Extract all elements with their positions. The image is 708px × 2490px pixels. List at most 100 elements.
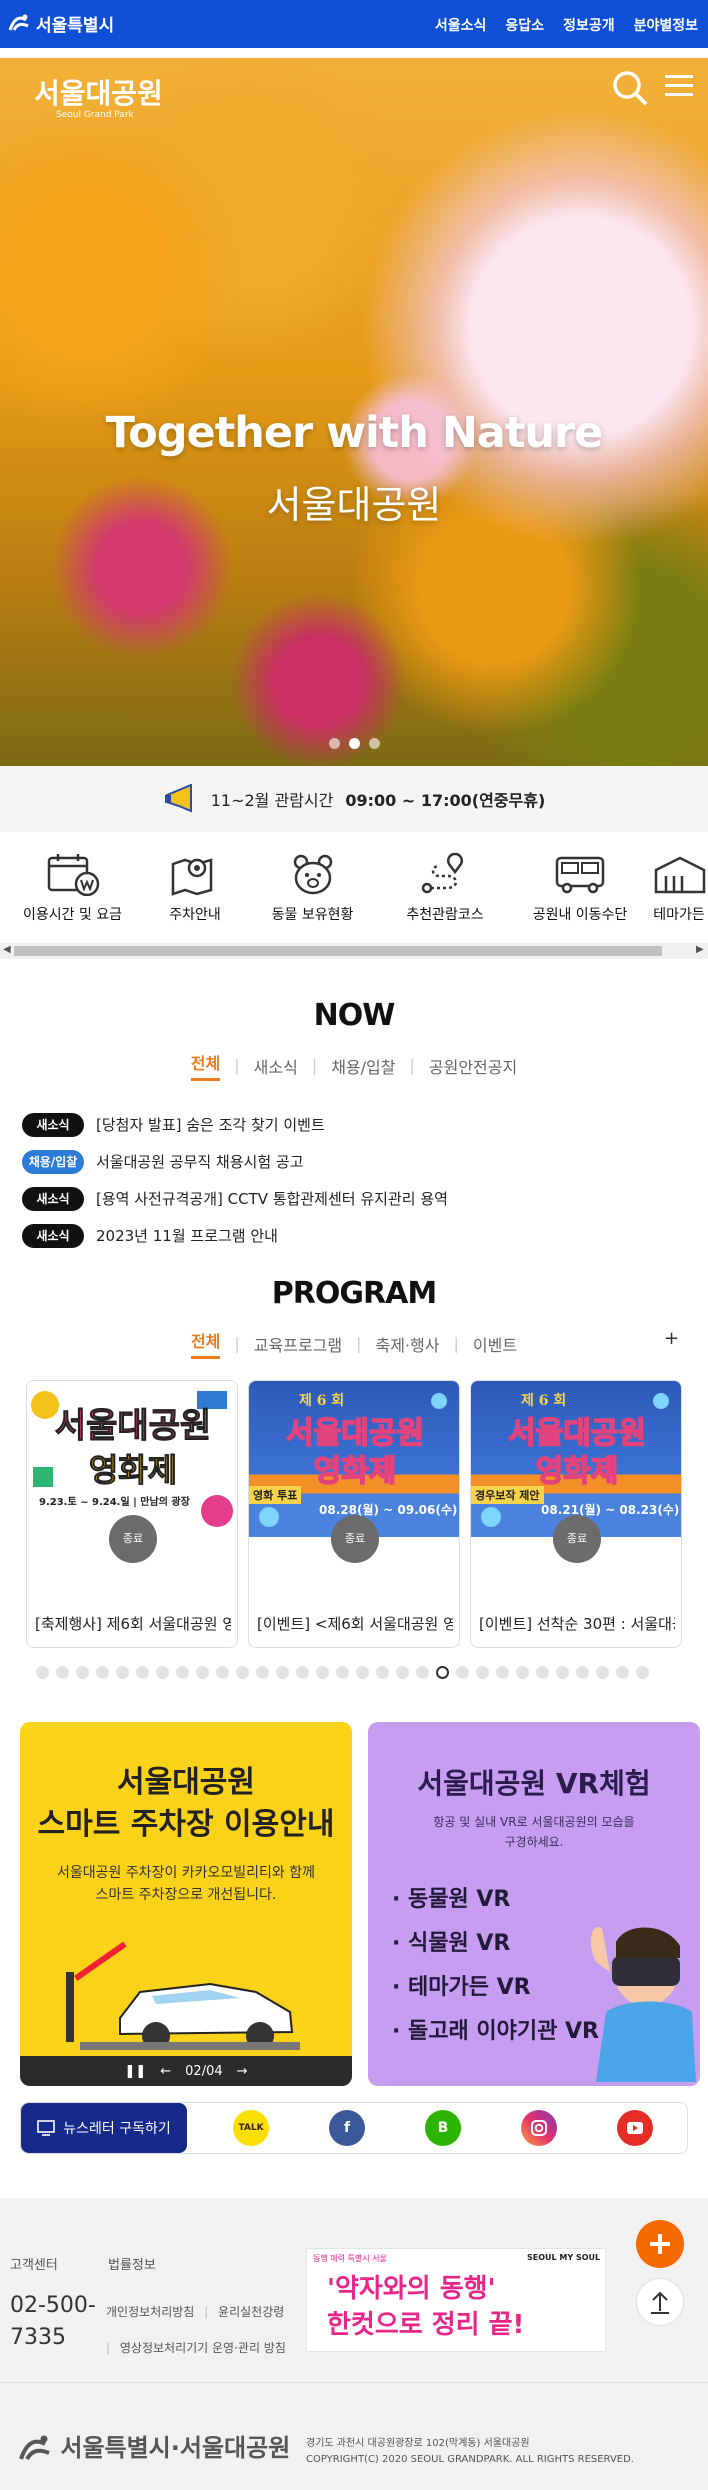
program-dot[interactable] (416, 1666, 429, 1679)
seoul-brand-link[interactable]: 서울특별시 (8, 11, 114, 36)
facebook-icon[interactable]: f (329, 2110, 365, 2146)
news-title[interactable]: 2023년 11월 프로그램 안내 (96, 1225, 278, 1246)
program-card[interactable]: 제 6 회 서울대공원 영화제 경우보작 제안 08.21(월) ~ 08.23… (470, 1380, 682, 1648)
program-card-title[interactable]: [축제행사] 제6회 서울대공원 영화제 (35, 1613, 231, 1634)
quick-item-hours-fee[interactable]: 이용시간 및 요금 (0, 852, 145, 942)
program-dot[interactable] (376, 1666, 389, 1679)
program-tab-event[interactable]: 이벤트 (473, 1332, 517, 1356)
phone-number[interactable]: 02-500- 7335 (10, 2290, 96, 2354)
program-dot[interactable] (276, 1666, 289, 1679)
now-tab-recruit[interactable]: 채용/입찰 (331, 1054, 395, 1078)
newsletter-button[interactable]: 뉴스레터 구독하기 (21, 2103, 187, 2153)
program-dot[interactable] (536, 1666, 549, 1679)
park-logo[interactable]: 서울대공원 Seoul Grand Park (34, 72, 163, 120)
news-title[interactable]: [용역 사전규격공개] CCTV 통합관제센터 유지관리 용역 (96, 1188, 448, 1209)
program-card[interactable]: 제 6 회 서울대공원 영화제 영화 투표 08.28(월) ~ 09.06(수… (248, 1380, 460, 1648)
program-carousel[interactable]: 서울대공원 영화제 9.23.토 ~ 9.24.일 | 만남의 광장 종료 [축… (26, 1380, 682, 1650)
program-dot[interactable] (136, 1666, 149, 1679)
program-dot[interactable] (316, 1666, 329, 1679)
top-nav-field-info[interactable]: 분야별정보 (634, 15, 698, 35)
quick-item-parking[interactable]: 주차안내 (145, 852, 245, 942)
parking-banner[interactable]: 서울대공원 스마트 주차장 이용안내 서울대공원 주차장이 카카오모빌리티와 함께… (20, 1722, 352, 2086)
hero-dot-active[interactable] (348, 738, 360, 749)
youtube-icon[interactable] (617, 2110, 653, 2146)
footer-ad-banner[interactable]: 동행 매력 특별시 서울 SEOUL MY SOUL '약자와의 동행' 한컷으로… (306, 2248, 606, 2352)
program-card[interactable]: 서울대공원 영화제 9.23.토 ~ 9.24.일 | 만남의 광장 종료 [축… (26, 1380, 238, 1648)
top-nav-response[interactable]: 응답소 (505, 15, 544, 35)
vr-item-dolphin[interactable]: · 돌고래 이야기관 VR (392, 2010, 599, 2054)
list-item[interactable]: 새소식 2023년 11월 프로그램 안내 (22, 1217, 682, 1254)
program-dot[interactable] (116, 1666, 129, 1679)
ethics-link[interactable]: 윤리실천강령 (218, 2305, 284, 2319)
top-nav-news[interactable]: 서울소식 (435, 15, 487, 35)
program-dot-active[interactable] (436, 1666, 449, 1679)
vr-banner[interactable]: 서울대공원 VR체험 항공 및 실내 VR로 서울대공원의 모습을 구경하세요. … (368, 1722, 700, 2086)
program-tab-festival[interactable]: 축제·행사 (376, 1332, 440, 1356)
quick-item-theme-garden[interactable]: 테마가든 (650, 852, 708, 942)
prev-icon[interactable]: ← (160, 2064, 171, 2079)
kakaotalk-icon[interactable]: TALK (233, 2110, 269, 2146)
instagram-icon[interactable] (521, 2110, 557, 2146)
quick-menu-scrollbar[interactable]: ◀ ▶ (0, 943, 708, 959)
now-tab-news[interactable]: 새소식 (254, 1054, 298, 1078)
program-dot[interactable] (556, 1666, 569, 1679)
program-dot[interactable] (156, 1666, 169, 1679)
hero-slider[interactable]: 서울대공원 Seoul Grand Park Together with Nat… (0, 58, 708, 766)
program-dot[interactable] (616, 1666, 629, 1679)
scroll-top-button[interactable] (636, 2278, 684, 2326)
program-tab-all[interactable]: 전체 (190, 1328, 221, 1359)
program-more-button[interactable]: + (664, 1328, 679, 1349)
program-dot[interactable] (496, 1666, 509, 1679)
vr-item-botanical[interactable]: · 식물원 VR (392, 1922, 599, 1966)
news-title[interactable]: 서울대공원 공무직 채용시험 공고 (96, 1151, 304, 1172)
vr-item-zoo[interactable]: · 동물원 VR (392, 1878, 599, 1922)
list-item[interactable]: 새소식 [당첨자 발표] 숨은 조각 찾기 이벤트 (22, 1106, 682, 1143)
list-item[interactable]: 채용/입찰 서울대공원 공무직 채용시험 공고 (22, 1143, 682, 1180)
top-nav-info[interactable]: 정보공개 (563, 15, 615, 35)
tab-separator: | (234, 1334, 240, 1353)
program-dot[interactable] (96, 1666, 109, 1679)
search-icon[interactable] (610, 68, 650, 108)
program-dot[interactable] (636, 1666, 649, 1679)
pause-icon[interactable]: ❚❚ (124, 2064, 146, 2079)
program-dot[interactable] (516, 1666, 529, 1679)
next-icon[interactable]: → (237, 2064, 248, 2079)
scroll-right-icon[interactable]: ▶ (696, 944, 704, 955)
program-dot[interactable] (76, 1666, 89, 1679)
program-dot[interactable] (176, 1666, 189, 1679)
program-dot[interactable] (296, 1666, 309, 1679)
program-dot[interactable] (596, 1666, 609, 1679)
program-dot[interactable] (356, 1666, 369, 1679)
program-dot[interactable] (36, 1666, 49, 1679)
program-dot[interactable] (216, 1666, 229, 1679)
program-dot[interactable] (396, 1666, 409, 1679)
hero-dot[interactable] (328, 738, 340, 749)
program-dot[interactable] (576, 1666, 589, 1679)
program-dot[interactable] (336, 1666, 349, 1679)
cctv-policy-link[interactable]: 영상정보처리기기 운영·관리 방침 (120, 2341, 286, 2355)
plus-fab-button[interactable] (636, 2220, 684, 2268)
quick-item-transport[interactable]: 공원내 이동수단 (510, 852, 650, 942)
list-item[interactable]: 새소식 [용역 사전규격공개] CCTV 통합관제센터 유지관리 용역 (22, 1180, 682, 1217)
now-tab-all[interactable]: 전체 (190, 1050, 221, 1081)
blog-icon[interactable]: B (425, 2110, 461, 2146)
scroll-left-icon[interactable]: ◀ (3, 944, 11, 955)
scrollbar-thumb[interactable] (14, 946, 662, 956)
privacy-policy-link[interactable]: 개인정보처리방침 (106, 2305, 194, 2319)
hero-dot[interactable] (368, 738, 380, 749)
hamburger-menu-icon[interactable] (663, 70, 695, 102)
now-tab-safety[interactable]: 공원안전공지 (429, 1054, 517, 1078)
program-dot[interactable] (456, 1666, 469, 1679)
program-card-title[interactable]: [이벤트] <제6회 서울대공원 영화제> 영화투표 (257, 1613, 453, 1634)
program-dot[interactable] (56, 1666, 69, 1679)
program-tab-education[interactable]: 교육프로그램 (254, 1332, 342, 1356)
program-dot[interactable] (256, 1666, 269, 1679)
vr-item-theme-garden[interactable]: · 테마가든 VR (392, 1966, 599, 2010)
program-dot[interactable] (196, 1666, 209, 1679)
quick-item-animals[interactable]: 동물 보유현황 (245, 852, 380, 942)
program-dot[interactable] (476, 1666, 489, 1679)
program-dot[interactable] (236, 1666, 249, 1679)
news-title[interactable]: [당첨자 발표] 숨은 조각 찾기 이벤트 (96, 1114, 325, 1135)
quick-item-course[interactable]: 추천관람코스 (380, 852, 510, 942)
program-card-title[interactable]: [이벤트] 선착순 30편 : 서울대공원 영화제 (479, 1613, 675, 1634)
